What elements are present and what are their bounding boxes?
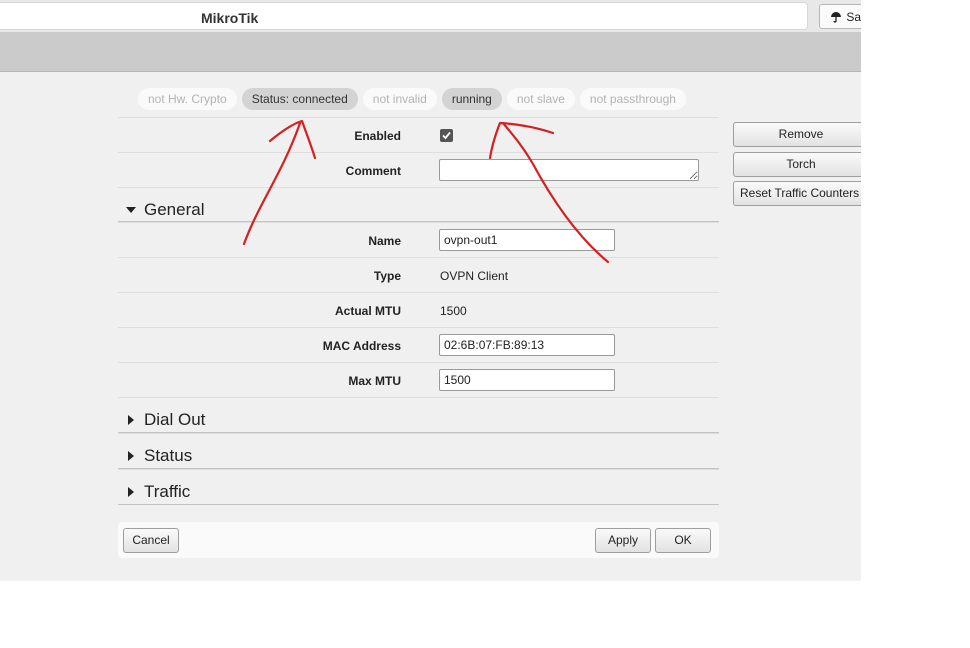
comment-label: Comment <box>345 164 401 178</box>
flag-slave: not slave <box>506 88 575 110</box>
form-footer: Cancel Apply OK <box>118 522 719 558</box>
app-title: MikroTik <box>201 10 259 26</box>
torch-button[interactable]: Torch <box>733 152 861 177</box>
flag-passthrough: not passthrough <box>579 88 686 110</box>
section-general-header[interactable]: General <box>118 199 719 222</box>
mac-address-label: MAC Address <box>322 339 401 353</box>
comment-row: Comment <box>118 152 719 187</box>
section-status: Status <box>118 433 719 469</box>
name-input[interactable] <box>439 229 615 251</box>
reset-traffic-counters-button[interactable]: Reset Traffic Counters <box>733 181 861 206</box>
section-dial-out-header[interactable]: Dial Out <box>118 409 719 433</box>
enabled-checkbox[interactable] <box>440 129 453 142</box>
cancel-button[interactable]: Cancel <box>123 528 179 553</box>
triangle-right-icon <box>128 415 134 425</box>
comment-input[interactable] <box>439 159 699 181</box>
top-bar: MikroTik Safe Mode <box>0 0 861 32</box>
name-label: Name <box>368 234 401 248</box>
section-traffic-label: Traffic <box>144 482 191 501</box>
enabled-row: Enabled <box>118 117 719 152</box>
actual-mtu-value: 1500 <box>440 304 467 318</box>
type-row: Type OVPN Client <box>118 257 719 292</box>
section-traffic-header[interactable]: Traffic <box>118 481 719 505</box>
flag-hw-crypto: not Hw. Crypto <box>138 88 237 110</box>
safe-mode-label: Safe Mode <box>846 10 861 24</box>
status-flags: not Hw. Crypto Status: connected not inv… <box>138 88 691 110</box>
max-mtu-row: Max MTU <box>118 362 719 397</box>
section-dial-out-label: Dial Out <box>144 410 206 429</box>
section-status-header[interactable]: Status <box>118 445 719 469</box>
mac-address-input[interactable] <box>439 334 615 356</box>
flag-running: running <box>441 88 502 110</box>
umbrella-icon <box>830 11 843 26</box>
section-status-label: Status <box>144 446 193 465</box>
actual-mtu-row: Actual MTU 1500 <box>118 292 719 327</box>
flag-status: Status: connected <box>241 88 358 110</box>
triangle-right-icon <box>128 487 134 497</box>
triangle-down-icon <box>126 207 136 213</box>
interface-form: Enabled Comment General Name Type OVPN C… <box>118 117 719 505</box>
max-mtu-label: Max MTU <box>348 374 401 388</box>
triangle-right-icon <box>128 451 134 461</box>
ok-button[interactable]: OK <box>655 528 711 553</box>
header-bar <box>0 32 861 72</box>
section-traffic: Traffic <box>118 469 719 505</box>
apply-button[interactable]: Apply <box>595 528 651 553</box>
flag-invalid: not invalid <box>362 88 437 110</box>
type-value: OVPN Client <box>440 269 509 283</box>
check-icon <box>442 131 451 140</box>
remove-button[interactable]: Remove <box>733 122 861 147</box>
section-dial-out: Dial Out <box>118 397 719 433</box>
title-box: MikroTik <box>0 2 808 30</box>
section-general: General <box>118 187 719 222</box>
type-label: Type <box>373 269 401 283</box>
max-mtu-input[interactable] <box>439 369 615 391</box>
enabled-label: Enabled <box>354 129 401 143</box>
section-general-label: General <box>144 200 205 219</box>
safe-mode-button[interactable]: Safe Mode <box>819 4 861 29</box>
mac-address-row: MAC Address <box>118 327 719 362</box>
name-row: Name <box>118 222 719 257</box>
app-window: MikroTik Safe Mode not Hw. Crypto Status… <box>0 0 861 581</box>
actual-mtu-label: Actual MTU <box>335 304 401 318</box>
